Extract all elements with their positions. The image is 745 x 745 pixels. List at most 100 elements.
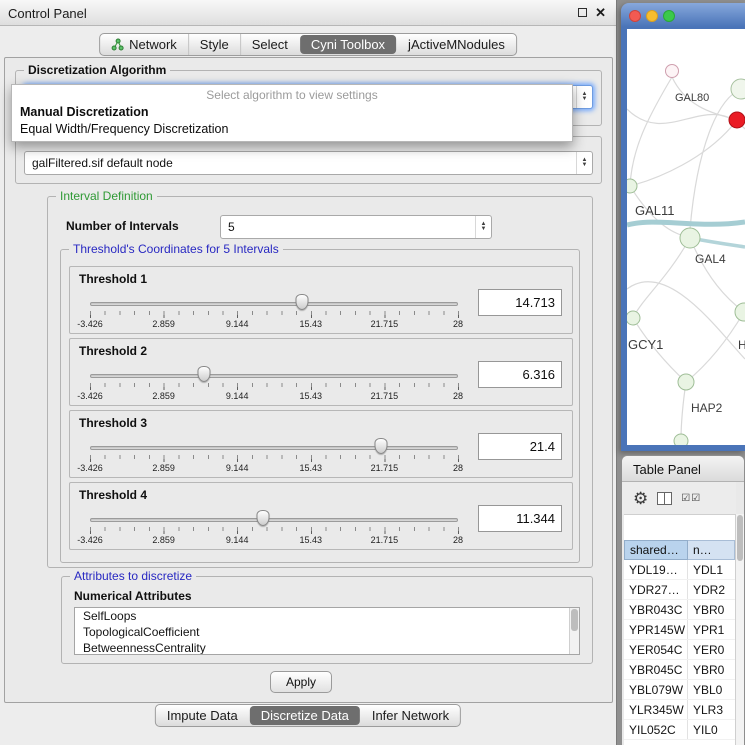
table-row[interactable]: YBR045C YBR0 [624, 660, 735, 680]
tab-cyni-toolbox[interactable]: Cyni Toolbox [300, 35, 396, 54]
threshold-4-slider[interactable]: -3.426 2.859 9.144 15.43 21.715 28 [84, 505, 464, 549]
bottom-tabstrip: Impute Data Discretize Data Infer Networ… [155, 704, 461, 727]
cell-name[interactable]: YDR2 [688, 580, 735, 599]
threshold-4-value-field[interactable]: 11.344 [478, 505, 562, 532]
network-node-label: H [738, 338, 745, 352]
cell-shared-name[interactable]: YBL079W [624, 680, 688, 699]
network-node[interactable] [678, 374, 694, 390]
threshold-2-value-field[interactable]: 6.316 [478, 361, 562, 388]
columns-icon[interactable] [657, 492, 672, 505]
slider-thumb[interactable] [256, 510, 269, 526]
table-row[interactable]: YBR043C YBR0 [624, 600, 735, 620]
apply-button[interactable]: Apply [270, 671, 332, 693]
cell-name[interactable]: YLR3 [688, 700, 735, 719]
list-scrollbar-thumb[interactable] [571, 609, 578, 631]
scale-label: 2.859 [152, 391, 175, 401]
cell-shared-name[interactable]: YDR27… [624, 580, 688, 599]
select-columns-icon[interactable]: ☑☑ [681, 493, 701, 504]
close-traffic-light-icon[interactable] [629, 10, 641, 22]
network-canvas[interactable]: GAL80 GAL11 GAL4 GCY1 HAP2 H [627, 29, 745, 445]
table-data-groupbox: Table Data galFiltered.sif default node … [15, 136, 602, 184]
tab-discretize-data[interactable]: Discretize Data [250, 706, 360, 725]
slider-thumb[interactable] [296, 294, 309, 310]
table-row[interactable]: YLR345W YLR3 [624, 700, 735, 720]
table-row[interactable]: YDL19… YDL1 [624, 560, 735, 580]
cell-name[interactable]: YBR0 [688, 600, 735, 619]
tab-jactivemnodules[interactable]: jActiveMNodules [397, 34, 516, 55]
table-row[interactable]: YPR145W YPR1 [624, 620, 735, 640]
tab-discretize-data-label: Discretize Data [261, 708, 349, 723]
cell-shared-name[interactable]: YPR145W [624, 620, 688, 639]
tab-impute-data[interactable]: Impute Data [156, 705, 249, 726]
combo-stepper-icon[interactable]: ▲ ▼ [475, 216, 491, 238]
thresholds-groupbox: Threshold's Coordinates for 5 Intervals … [60, 249, 580, 563]
cell-shared-name[interactable]: YIL052C [624, 720, 688, 739]
number-of-intervals-combobox[interactable]: 5 ▲ ▼ [220, 215, 492, 239]
threshold-3-slider[interactable]: -3.426 2.859 9.144 15.43 21.715 28 [84, 433, 464, 477]
list-item[interactable]: BetweennessCentrality [75, 640, 579, 655]
column-header-name[interactable]: n… [688, 540, 735, 560]
table-panel-titlebar[interactable]: Table Panel [622, 456, 744, 482]
table-scrollbar[interactable] [735, 514, 744, 745]
threshold-3-value-field[interactable]: 21.4 [478, 433, 562, 460]
slider-ticks [90, 383, 459, 390]
dropdown-option-manual[interactable]: Manual Discretization [12, 104, 572, 121]
network-node[interactable] [627, 179, 637, 193]
list-item[interactable]: SelfLoops [75, 608, 579, 624]
cell-shared-name[interactable]: YDL19… [624, 560, 688, 579]
network-node[interactable] [666, 65, 679, 78]
stepper-down-icon: ▼ [582, 163, 588, 168]
tab-style[interactable]: Style [188, 34, 240, 55]
threshold-1-value-field[interactable]: 14.713 [478, 289, 562, 316]
list-item[interactable]: TopologicalCoefficient [75, 624, 579, 640]
cell-name[interactable]: YBL0 [688, 680, 735, 699]
threshold-1-slider[interactable]: -3.426 2.859 9.144 15.43 21.715 28 [84, 289, 464, 333]
cell-shared-name[interactable]: YBR045C [624, 660, 688, 679]
threshold-1-panel: Threshold 1 -3.426 2.859 9.144 15.43 21.… [69, 266, 573, 334]
slider-thumb[interactable] [374, 438, 387, 454]
network-node[interactable] [731, 79, 745, 99]
cell-name[interactable]: YIL0 [688, 720, 735, 739]
interval-definition-groupbox: Interval Definition Number of Intervals … [47, 196, 593, 568]
network-node[interactable] [680, 228, 700, 248]
thresholds-group-title: Threshold's Coordinates for 5 Intervals [69, 242, 283, 256]
tab-network[interactable]: Network [100, 34, 188, 55]
cell-name[interactable]: YER0 [688, 640, 735, 659]
close-icon[interactable]: ✕ [595, 6, 606, 19]
tab-select[interactable]: Select [240, 34, 299, 55]
slider-thumb[interactable] [198, 366, 211, 382]
list-scrollbar[interactable] [569, 608, 579, 654]
table-row[interactable]: YIL052C YIL0 [624, 720, 735, 740]
tab-infer-network[interactable]: Infer Network [361, 705, 460, 726]
stepper-down-icon: ▼ [582, 97, 588, 102]
table-row[interactable]: YDR27… YDR2 [624, 580, 735, 600]
table-row[interactable]: YBL079W YBL0 [624, 680, 735, 700]
cell-shared-name[interactable]: YBR043C [624, 600, 688, 619]
table-data-combobox[interactable]: galFiltered.sif default node ▲ ▼ [24, 151, 593, 175]
float-window-icon[interactable] [578, 8, 587, 17]
cell-shared-name[interactable]: YLR345W [624, 700, 688, 719]
cyni-toolbox-panel: Discretization Algorithm ▲ ▼ Select algo… [4, 57, 613, 703]
scale-label: 28 [453, 319, 463, 329]
dropdown-option-equal-width[interactable]: Equal Width/Frequency Discretization [12, 121, 572, 138]
tab-jactivemnodules-label: jActiveMNodules [408, 37, 505, 52]
table-row[interactable]: YER054C YER0 [624, 640, 735, 660]
cell-name[interactable]: YPR1 [688, 620, 735, 639]
network-node-selected[interactable] [729, 112, 745, 128]
network-node[interactable] [674, 434, 688, 445]
column-header-shared-name[interactable]: shared… [624, 540, 688, 560]
zoom-traffic-light-icon[interactable] [663, 10, 675, 22]
combo-stepper-icon[interactable]: ▲ ▼ [576, 152, 592, 174]
threshold-2-slider[interactable]: -3.426 2.859 9.144 15.43 21.715 28 [84, 361, 464, 405]
cell-name[interactable]: YDL1 [688, 560, 735, 579]
combo-stepper-icon[interactable]: ▲ ▼ [576, 86, 592, 108]
control-panel-titlebar[interactable]: Control Panel ✕ [0, 0, 616, 26]
slider-track-area: -3.426 2.859 9.144 15.43 21.715 28 [90, 289, 458, 333]
network-node[interactable] [627, 311, 640, 325]
minimize-traffic-light-icon[interactable] [646, 10, 658, 22]
cell-name[interactable]: YBR0 [688, 660, 735, 679]
gear-icon[interactable]: ⚙ [633, 490, 648, 507]
dropdown-placeholder: Select algorithm to view settings [12, 85, 572, 104]
table-scrollbar-thumb[interactable] [737, 515, 743, 561]
cell-shared-name[interactable]: YER054C [624, 640, 688, 659]
